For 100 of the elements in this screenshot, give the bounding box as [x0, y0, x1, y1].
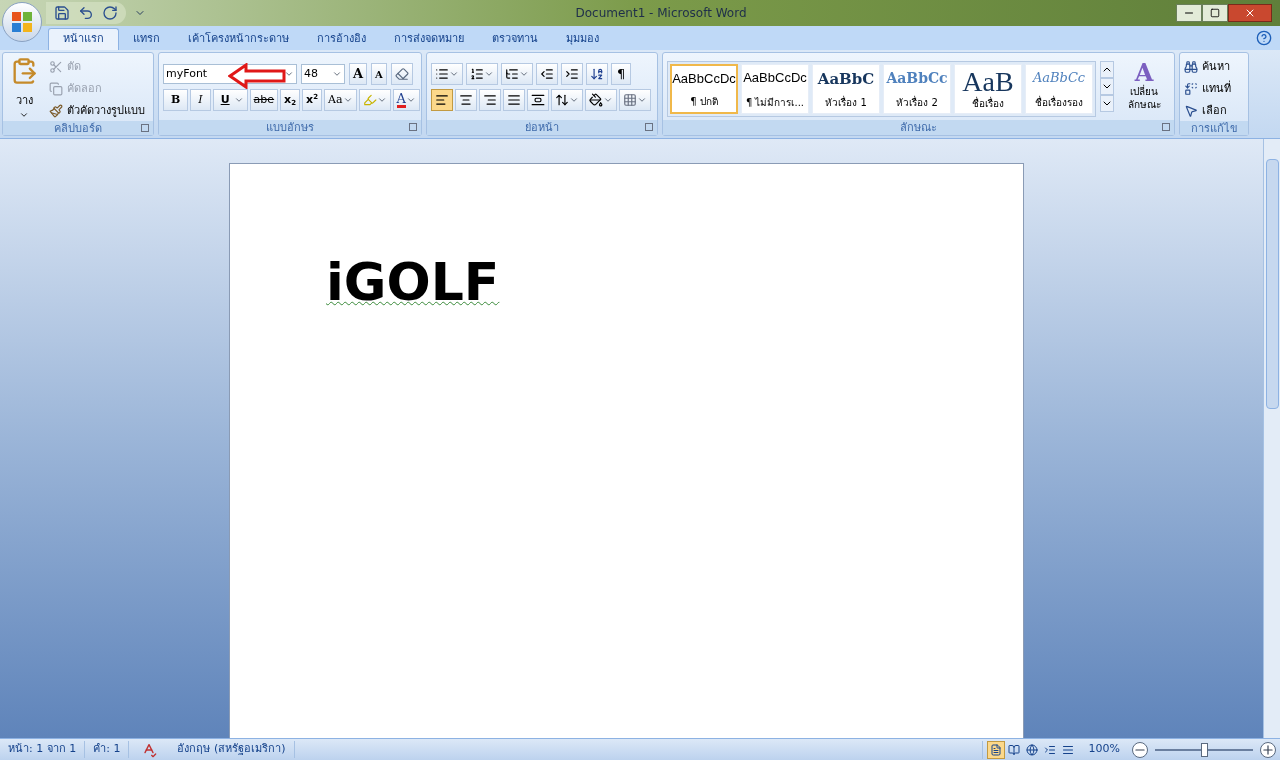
zoom-level[interactable]: 100% — [1076, 741, 1132, 758]
document-text: iGOLF — [326, 256, 500, 308]
align-button[interactable] — [431, 89, 453, 111]
align-button[interactable] — [455, 89, 477, 111]
caret-icon — [406, 95, 416, 105]
text-align-icon — [507, 93, 521, 107]
dialog-launcher-icon[interactable] — [645, 123, 653, 131]
align-button[interactable] — [527, 89, 549, 111]
style-gallery-item[interactable]: AaBbCcDc ¶ ปกติ — [670, 64, 738, 114]
page-icon — [989, 743, 1002, 756]
ribbon-tab[interactable]: มุมมอง — [552, 28, 613, 50]
font-size-field[interactable]: 48 — [301, 64, 345, 84]
align-button[interactable] — [503, 89, 525, 111]
font-color-button[interactable]: A — [392, 89, 420, 111]
zoom-slider-thumb[interactable] — [1200, 742, 1208, 757]
style-gallery-item[interactable]: AaBbCc ชื่อเรื่องรอง — [1025, 64, 1093, 114]
italic-button[interactable]: I — [190, 89, 211, 111]
multilevel-list-button[interactable] — [501, 63, 533, 85]
undo-icon[interactable] — [78, 5, 94, 21]
style-gallery-item[interactable]: AaB ชื่อเรื่อง — [954, 64, 1022, 114]
group-label: แบบอักษร — [266, 122, 314, 133]
underline-button[interactable]: U — [212, 89, 248, 111]
editing-item[interactable]: แทนที่ — [1184, 79, 1244, 99]
replace-icon — [1184, 82, 1198, 96]
style-gallery-item[interactable]: AaBbC หัวเรื่อง 1 — [812, 64, 880, 114]
bold-button[interactable]: B — [163, 89, 189, 111]
clipboard-item[interactable]: ตัวคัดวางรูปแบบ — [49, 101, 149, 121]
zoom-in-icon[interactable] — [1260, 741, 1276, 758]
bullets-button[interactable] — [431, 63, 463, 85]
strikethrough-button[interactable]: abe — [249, 89, 279, 111]
vertical-scrollbar[interactable] — [1263, 139, 1280, 738]
caret-icon — [284, 69, 294, 79]
dialog-launcher-icon[interactable] — [409, 123, 417, 131]
redo-icon[interactable] — [102, 5, 118, 21]
ribbon-tab[interactable]: การส่งจดหมาย — [380, 28, 478, 50]
cursor-icon — [1184, 104, 1198, 118]
dialog-launcher-icon[interactable] — [141, 124, 149, 132]
show-marks-button[interactable]: ¶ — [611, 63, 632, 85]
page-count[interactable]: หน้า: 1 จาก 1 — [0, 741, 86, 758]
shrink-font-button[interactable]: A — [371, 63, 387, 85]
scroll-up-icon[interactable] — [1100, 61, 1114, 78]
caret-icon — [332, 69, 342, 79]
more-styles-icon[interactable] — [1100, 95, 1114, 112]
highlighter-icon — [362, 93, 377, 107]
text-align-icon — [531, 93, 545, 107]
clear-formatting-button[interactable] — [390, 63, 413, 85]
increase-indent-icon — [565, 67, 579, 81]
numbering-button[interactable] — [466, 63, 498, 85]
close-icon — [1244, 7, 1256, 19]
increase-indent-button[interactable] — [561, 63, 583, 85]
minimize-button[interactable] — [1176, 4, 1202, 22]
caret-icon — [569, 95, 579, 105]
line-spacing-icon — [555, 93, 569, 107]
annotation-arrow-drawing — [228, 63, 288, 89]
ribbon-tab[interactable]: หน้าแรก — [48, 28, 119, 50]
decrease-indent-icon — [540, 67, 554, 81]
group-label: การแก้ไข — [1190, 122, 1238, 134]
ribbon-tab[interactable]: การอ้างอิง — [303, 28, 380, 50]
multilevel-list-icon — [505, 67, 519, 81]
shading-button[interactable] — [585, 89, 617, 111]
eraser-icon — [394, 67, 409, 81]
restore-icon — [1210, 8, 1220, 18]
change-case-button[interactable]: Aa — [324, 89, 357, 111]
word-count[interactable]: คำ: 1 — [85, 741, 130, 758]
change-styles-button[interactable]: A เปลี่ยน ลักษณะ — [1118, 61, 1170, 111]
caret-icon — [342, 95, 353, 105]
book-icon — [1007, 743, 1020, 756]
ribbon-tab[interactable]: ตรวจทาน — [478, 28, 552, 50]
align-button[interactable] — [479, 89, 501, 111]
maximize-button[interactable] — [1202, 4, 1228, 22]
borders-button[interactable] — [619, 89, 651, 111]
binoculars-icon — [1184, 60, 1198, 74]
line-spacing-button[interactable] — [551, 89, 583, 111]
globe-icon — [1025, 743, 1038, 756]
scissors-icon — [49, 60, 63, 74]
bullet-list-icon — [435, 67, 449, 81]
help-icon[interactable] — [1256, 30, 1272, 46]
style-gallery-item[interactable]: AaBbCcDc ¶ ไม่มีการเ... — [741, 64, 809, 114]
zoom-out-icon[interactable] — [1132, 741, 1148, 758]
ribbon-tab[interactable]: เค้าโครงหน้ากระดาษ — [174, 28, 303, 50]
office-button[interactable] — [2, 2, 42, 42]
save-icon[interactable] — [54, 5, 70, 21]
ribbon-tab[interactable]: แทรก — [119, 28, 174, 50]
scroll-down-icon[interactable] — [1100, 78, 1114, 95]
decrease-indent-button[interactable] — [536, 63, 558, 85]
paste-button[interactable]: วาง — [7, 57, 41, 121]
group-label: คลิปบอร์ด — [54, 122, 102, 134]
superscript-button[interactable]: x$^{2}$ — [302, 89, 323, 111]
subscript-button[interactable]: x$_{2}$ — [280, 89, 301, 111]
group-label: ย่อหน้า — [525, 122, 559, 133]
style-gallery-item[interactable]: AaBbCc หัวเรื่อง 2 — [883, 64, 951, 114]
zoom-slider[interactable] — [1152, 742, 1256, 757]
editing-item[interactable]: เลือก — [1184, 101, 1244, 121]
view-button[interactable] — [986, 740, 1005, 759]
dialog-launcher-icon[interactable] — [1162, 123, 1170, 131]
grow-font-button[interactable]: A — [349, 63, 368, 85]
language-status[interactable]: อังกฤษ (สหรัฐอเมริกา) — [169, 741, 295, 758]
sort-button[interactable] — [586, 63, 608, 85]
editing-item[interactable]: ค้นหา — [1184, 57, 1244, 77]
proofing-icon[interactable] — [141, 741, 158, 758]
